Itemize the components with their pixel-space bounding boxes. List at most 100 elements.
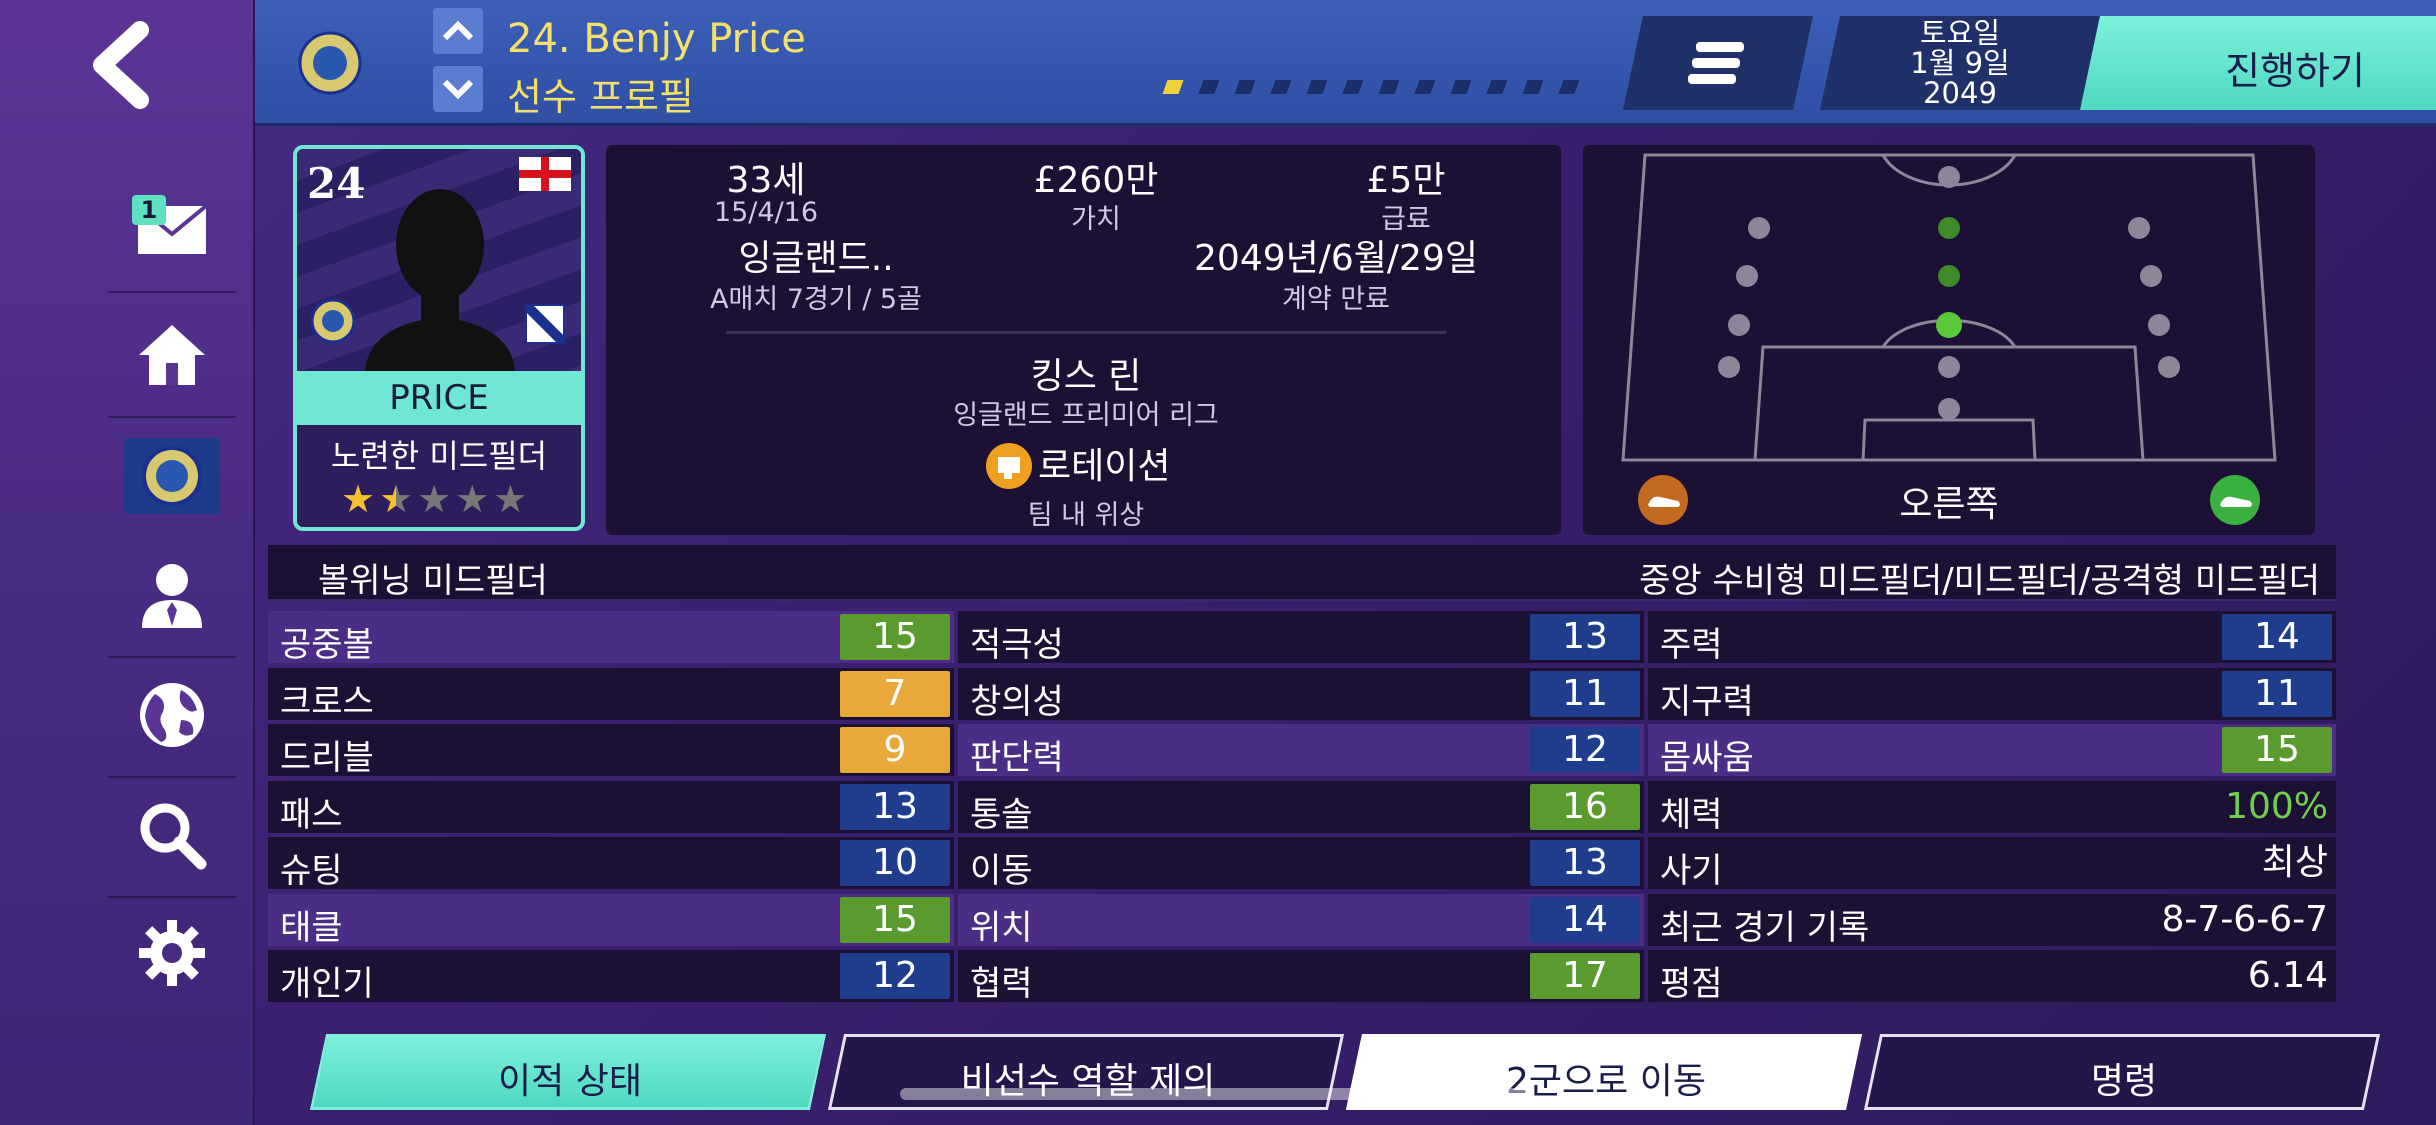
attribute-value: 최상 [2261, 842, 2328, 883]
advance-button-label[interactable]: 진행하기 [2135, 40, 2436, 95]
attribute-row[interactable]: 최근 경기 기록 8-7-6-6-7 [1648, 893, 2336, 948]
attribute-label: 지구력 [1660, 681, 1754, 722]
chevron-up-icon [442, 20, 474, 41]
page-dot[interactable] [1162, 80, 1184, 94]
attribute-label: 통솔 [970, 794, 1033, 835]
attribute-row[interactable]: 판단력 12 [958, 724, 1644, 778]
star-rating: ★ ★ ★ ★ ★ [341, 479, 527, 519]
attribute-label: 드리블 [280, 738, 374, 778]
sidebar-item-club[interactable] [124, 438, 220, 514]
orders-label[interactable]: 명령 [1874, 1052, 2374, 1104]
transfer-status-label[interactable]: 이적 상태 [320, 1052, 820, 1104]
page-dot[interactable] [1558, 80, 1580, 94]
attribute-label: 주력 [1660, 625, 1723, 665]
attribute-row[interactable]: 적극성 13 [958, 611, 1644, 665]
attribute-value: 14 [2222, 614, 2332, 660]
attribute-label: 사기 [1660, 851, 1723, 891]
attribute-row[interactable]: 공중볼 15 [268, 611, 954, 665]
attribute-row[interactable]: 크로스 7 [268, 667, 954, 722]
club-crest-icon [298, 31, 362, 95]
attribute-row[interactable]: 협력 17 [958, 950, 1644, 1004]
contract-expiry: 2049년/6월/29일 [1194, 238, 1478, 279]
player-value: £260만 [1033, 160, 1159, 201]
back-icon [93, 21, 149, 109]
attribute-label: 최근 경기 기록 [1660, 907, 1870, 948]
page-dot[interactable] [1270, 80, 1292, 94]
attribute-row[interactable]: 슈팅 10 [268, 837, 954, 891]
player-nation: 잉글랜드.. [738, 238, 894, 279]
page-dot[interactable] [1378, 80, 1400, 94]
page-dot[interactable] [1198, 80, 1220, 94]
attribute-value: 7 [840, 670, 950, 717]
attribute-value: 10 [840, 840, 950, 886]
page-dot[interactable] [1234, 80, 1256, 94]
attribute-value: 13 [1530, 614, 1640, 660]
next-player-button[interactable] [433, 66, 483, 112]
attribute-row[interactable]: 평점 6.14 [1648, 950, 2336, 1004]
attribute-row[interactable]: 개인기 12 [268, 950, 954, 1004]
attributes-table: 공중볼 15 크로스 7 드리블 9 패스 13 슈팅 10 태클 15 개인기 12 적극성 13 창의성 11… [268, 611, 2336, 1007]
attribute-label: 이동 [970, 851, 1033, 891]
club-crest [297, 30, 363, 96]
club-crest-icon [310, 298, 356, 344]
page-dot[interactable] [1522, 80, 1544, 94]
club-name: 킹스 린 [1030, 356, 1142, 397]
page-dot[interactable] [1414, 80, 1436, 94]
scroll-indicator[interactable] [900, 1088, 1530, 1100]
attribute-row[interactable]: 주력 14 [1648, 611, 2336, 665]
person-icon [142, 564, 202, 628]
gear-icon [139, 920, 205, 986]
attribute-row[interactable]: 창의성 11 [958, 667, 1644, 722]
attribute-row[interactable]: 태클 15 [268, 893, 954, 948]
sidebar-item-world[interactable] [108, 670, 236, 778]
back-button[interactable] [80, 20, 170, 110]
squad-status: 로테이션 [1038, 446, 1171, 487]
sidebar-item-home[interactable] [108, 310, 236, 418]
attribute-row[interactable]: 사기 최상 [1648, 837, 2336, 891]
position-pitch[interactable]: 오른쪽 [1583, 145, 2315, 535]
attribute-row[interactable]: 위치 14 [958, 893, 1644, 948]
globe-icon [140, 683, 204, 747]
attribute-row[interactable]: 이동 13 [958, 837, 1644, 891]
page-dot[interactable] [1342, 80, 1364, 94]
page-dot[interactable] [1450, 80, 1472, 94]
player-card[interactable]: 24 PRICE 노련한 미드필더 ★ ★ ★ ★ ★ [293, 145, 585, 531]
attribute-row[interactable]: 체력 100% [1648, 780, 2336, 835]
role-bar: 볼위닝 미드필더 중앙 수비형 미드필더/미드필더/공격형 미드필더 [268, 545, 2336, 601]
attribute-value: 11 [1530, 670, 1640, 717]
sidebar-item-inbox[interactable]: 1 [108, 185, 236, 293]
attribute-row[interactable]: 지구력 11 [1648, 667, 2336, 722]
page-dot[interactable] [1486, 80, 1508, 94]
attribute-row[interactable]: 통솔 16 [958, 780, 1644, 835]
club-crest-icon [142, 446, 202, 506]
prev-player-button[interactable] [433, 8, 483, 54]
date-text: 토요일 1월 9일 2049 [1830, 18, 2090, 108]
preferred-foot: 오른쪽 [1899, 484, 1999, 525]
attribute-row[interactable]: 몸싸움 15 [1648, 724, 2336, 778]
player-caps: A매치 7경기 / 5골 [710, 284, 922, 315]
page-dot[interactable] [1306, 80, 1328, 94]
attribute-value: 13 [1530, 840, 1640, 886]
top-bar: 24. Benjy Price 선수 프로필 토요일 1월 9일 2049 진행… [255, 0, 2436, 126]
sidebar-item-settings[interactable] [108, 908, 236, 998]
player-birthdate: 15/4/16 [713, 197, 819, 228]
attribute-value: 6.14 [2247, 955, 2328, 996]
positions: 중앙 수비형 미드필더/미드필더/공격형 미드필더 [1639, 561, 2320, 601]
attribute-label: 공중볼 [280, 625, 374, 665]
attribute-row[interactable]: 패스 13 [268, 780, 954, 835]
attribute-row[interactable]: 드리블 9 [268, 724, 954, 778]
sidebar-item-search[interactable] [108, 790, 236, 898]
player-surname: PRICE [297, 371, 581, 425]
sidebar-item-staff[interactable] [108, 550, 236, 658]
home-icon [139, 325, 205, 385]
menu-button[interactable] [1623, 16, 1813, 110]
squad-status-icon [986, 443, 1032, 489]
attribute-label: 개인기 [280, 964, 374, 1004]
divider [726, 331, 1446, 334]
date-day: 토요일 [1919, 16, 2001, 50]
attribute-value: 9 [840, 727, 950, 773]
attribute-label: 크로스 [280, 681, 374, 722]
attribute-label: 창의성 [970, 681, 1064, 722]
page-indicator[interactable] [1162, 80, 1580, 94]
attribute-value: 17 [1530, 953, 1640, 999]
